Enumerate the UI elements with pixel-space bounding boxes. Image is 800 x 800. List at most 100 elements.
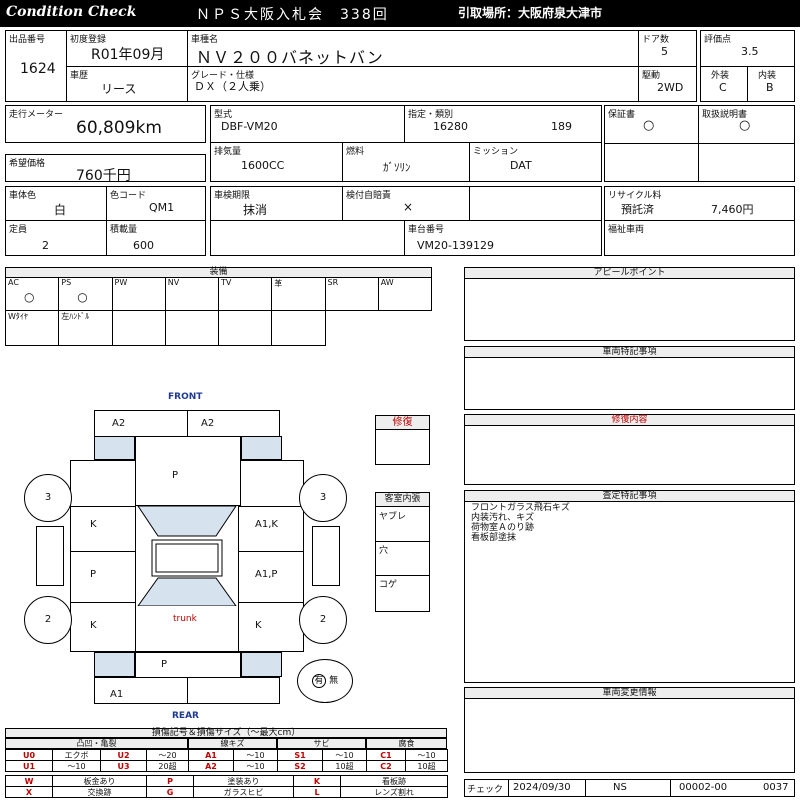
mission-cell: ミッション DAT (469, 142, 602, 182)
color-code-cell: 色コード QM1 (106, 186, 206, 221)
equipment-cell: NV (164, 277, 219, 311)
warranty: ○ (643, 118, 655, 133)
legend-desc: 10超 (322, 760, 367, 772)
chassis-number: VM20-139129 (417, 239, 494, 252)
legend-desc: 10超 (405, 760, 448, 772)
special-notes-panel: 車両特記事項 (464, 346, 795, 410)
quarter-r-mark: K (255, 620, 262, 631)
legend-code: G (146, 786, 194, 798)
equipment-label: NV (167, 278, 180, 287)
insurance-cell: 検付自賠責 × (342, 186, 470, 221)
equipment-value: ○ (77, 290, 88, 304)
doors-cell: ドア数 5 (638, 30, 697, 67)
color-code: QM1 (149, 201, 175, 214)
header-bar: Condition Check ＮＰＳ大阪入札会 338回 引取場所：大阪府泉大… (0, 0, 800, 27)
legend-group: 腐食 (366, 738, 447, 749)
back-door[interactable] (135, 652, 241, 678)
pickup-location: 引取場所：大阪府泉大津市 (458, 6, 603, 20)
equipment-cell: AW (377, 277, 432, 311)
door-rl-mark: P (90, 569, 97, 580)
equipment-cell: AC ○ (5, 277, 60, 311)
drive-cell: 駆動 2WD (638, 66, 697, 102)
equipment-cell (271, 310, 326, 346)
check-date: 2024/09/30 (513, 782, 571, 793)
interior-box: 客室内張 ヤブレ 穴 コゲ (375, 492, 430, 612)
equipment-cell (218, 310, 273, 346)
equipment-label: 革 (274, 279, 283, 288)
legend-title: 損傷記号＆損傷サイズ（～最大cm） (5, 728, 447, 738)
legend-group: 凸凹・亀裂 (5, 738, 188, 749)
fuel: ｶﾞｿﾘﾝ (383, 161, 411, 174)
legend-code: A2 (188, 760, 234, 772)
appeal-panel: アピールポイント (464, 267, 795, 341)
equipment-cell: PS ○ (58, 277, 113, 311)
spare-tire[interactable]: 有 無 (297, 659, 353, 703)
rear-left-door[interactable] (70, 551, 136, 603)
class-cell: 指定・類別 16280 189 (404, 105, 602, 143)
inspection-expiry: 抹消 (243, 203, 268, 217)
tire-rear-right[interactable]: 2 (299, 596, 347, 644)
insurance: × (403, 200, 414, 214)
tire-front-right[interactable]: 3 (299, 474, 347, 522)
tire-front-left[interactable]: 3 (24, 474, 72, 522)
hood-mark: P (172, 470, 179, 481)
equipment-cell: PW (111, 277, 166, 311)
history-cell: 車歴 リース (66, 66, 188, 102)
front-left-mark: A2 (112, 418, 126, 429)
model-name-cell: 車種名 ＮＶ２００バネットバン (187, 30, 639, 67)
recycle-fee: 7,460円 (711, 203, 754, 216)
history: リース (101, 82, 137, 96)
capacity-cell: 定員 2 (5, 220, 107, 256)
legend-desc: 20超 (146, 760, 189, 772)
equipment-label: SR (327, 278, 339, 287)
recycle-status: 預託済 (621, 203, 654, 216)
inspector: NS (613, 782, 627, 793)
lot-number-cell: 出品番号 1624 (5, 30, 67, 102)
legend-code: C2 (366, 760, 406, 772)
hood-panel[interactable] (135, 436, 241, 506)
interior-cell: 内装 B (747, 66, 795, 102)
inspection-expiry-cell: 車検期限 抹消 (210, 186, 343, 221)
trunk-label: trunk (173, 614, 197, 624)
mileage: 60,809km (76, 118, 162, 138)
tire-rear-left[interactable]: 2 (24, 596, 72, 644)
legend-desc: ～10 (233, 760, 278, 772)
load-cell: 積載量 600 (106, 220, 206, 256)
rear-label: REAR (172, 711, 199, 721)
equipment-label: AC (8, 278, 19, 287)
equipment-cell: Wﾀｲﾔ (5, 310, 60, 346)
first-registration: R01年09月 (91, 47, 165, 63)
blank-cell (210, 220, 405, 256)
body-color: 白 (54, 203, 67, 217)
capacity: 2 (42, 239, 49, 252)
exterior-cell: 外装 C (700, 66, 748, 102)
fuel-cell: 燃料 ｶﾞｿﾘﾝ (342, 142, 470, 182)
mileage-cell: 走行メーター 60,809km (5, 105, 206, 143)
equipment-cell: TV (218, 277, 273, 311)
legend-code: S2 (277, 760, 323, 772)
class-number: 16280 (433, 120, 468, 133)
quarter-l-mark: K (90, 620, 97, 631)
manual: ○ (739, 118, 751, 133)
manual-cell: 取扱説明書 ○ (698, 105, 795, 182)
front-left-door[interactable] (70, 506, 136, 552)
first-registration-cell: 初度登録 R01年09月 (66, 30, 188, 67)
left-rear-glass (94, 652, 135, 677)
equipment-cell (164, 310, 219, 346)
equipment-label: Wﾀｲﾔ (8, 312, 28, 321)
right-quarter[interactable] (238, 602, 304, 652)
legend-code: U1 (5, 760, 53, 772)
left-quarter[interactable] (70, 602, 136, 652)
recycle-cell: リサイクル料 預託済 7,460円 (604, 186, 795, 221)
note-line: フロントガラス飛石キズ (471, 503, 570, 513)
code-1: 00002-00 (679, 782, 728, 793)
score-cell: 評価点 3.5 (700, 30, 795, 67)
equipment-value: ○ (24, 290, 35, 304)
footer-bar: チェック 2024/09/30 NS 00002-00 0037 (464, 779, 795, 797)
score: 3.5 (741, 45, 759, 58)
spare-yes-mark: 有 (311, 674, 326, 688)
grade: ＤＸ（２人乗） (194, 80, 271, 93)
legend-code: U3 (100, 760, 147, 772)
displacement: 1600CC (241, 159, 285, 172)
equipment-cell (111, 310, 166, 346)
